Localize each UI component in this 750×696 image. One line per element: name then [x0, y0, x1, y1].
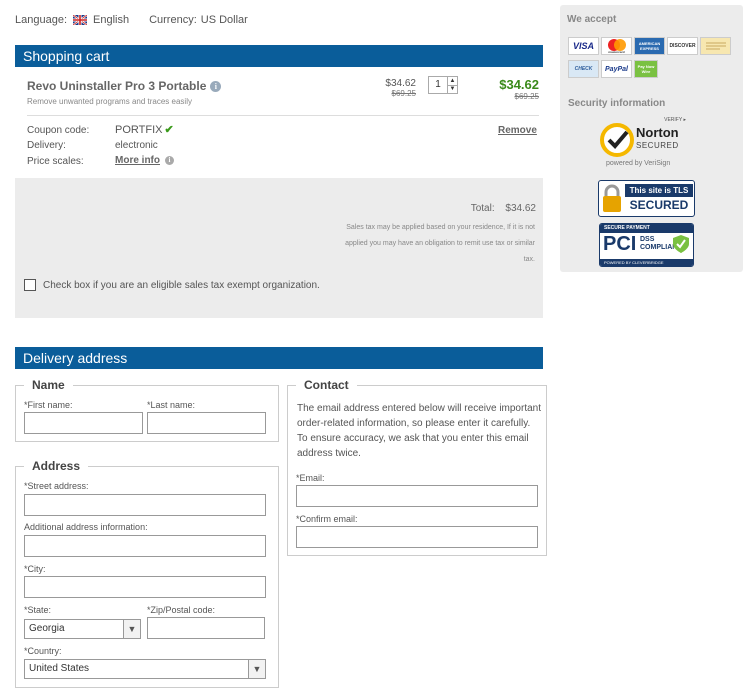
check-icon: CHECK [568, 60, 599, 78]
invoice-icon [700, 37, 731, 55]
chevron-up-icon[interactable]: ▲ [448, 77, 457, 86]
padlock-icon [603, 184, 621, 212]
contact-instructions: The email address entered below will rec… [297, 403, 542, 459]
language-value[interactable]: English [93, 14, 129, 26]
pci-compliant-badge[interactable]: SECURE PAYMENT PCI DSS COMPLIANT POWERED… [599, 223, 694, 267]
first-name-input[interactable] [24, 412, 143, 434]
quantity-stepper[interactable]: 1 ▲ ▼ [428, 76, 458, 94]
discover-icon: DISCOVER [667, 37, 698, 55]
mastercard-icon: mastercard [601, 37, 632, 55]
tax-exempt-label[interactable]: Check box if you are an eligible sales t… [43, 280, 320, 291]
contact-legend: Contact [296, 378, 357, 392]
product-name: Revo Uninstaller Pro 3 Portable [27, 79, 207, 93]
norton-secured-badge[interactable]: VERIFY ▸ Norton SECURED powered by VeriS… [598, 117, 694, 172]
sales-tax-note: Sales tax may be applied based on your r… [290, 220, 535, 268]
state-value: Georgia [29, 623, 65, 634]
locale-bar: Language: English Currency: US Dollar [15, 13, 248, 27]
zip-label: *Zip/Postal code: [147, 605, 216, 615]
price-scales-row: More info i [115, 155, 174, 166]
confirm-email-input[interactable] [296, 526, 538, 548]
currency-label: Currency: [149, 14, 197, 26]
product-description: Remove unwanted programs and traces easi… [27, 97, 192, 106]
quantity-spinner[interactable]: ▲ ▼ [448, 76, 458, 94]
tls-secured-badge[interactable]: This site is TLS SECURED [598, 180, 695, 217]
wire-transfer-icon: Pay Now Wire [634, 60, 658, 78]
address-legend: Address [24, 459, 89, 473]
line-price: $34.62 [499, 77, 539, 92]
street-address-input[interactable] [24, 494, 266, 516]
country-value: United States [29, 663, 90, 674]
confirm-email-label: *Confirm email: [296, 514, 358, 524]
more-info-link[interactable]: More info [115, 155, 160, 166]
unit-old-price: $69.25 [391, 89, 416, 98]
delivery-value: electronic [115, 140, 158, 151]
visa-icon: VISA [568, 37, 599, 55]
country-label: *Country: [24, 646, 62, 656]
tax-exempt-row[interactable]: Check box if you are an eligible sales t… [24, 279, 320, 291]
line-price-block: $34.62 $69.25 [480, 77, 539, 101]
coupon-value: PORTFIX [115, 123, 163, 136]
checkmark-icon: ✔ [164, 124, 174, 136]
paypal-icon: PayPal [601, 60, 632, 78]
product-title-row: Revo Uninstaller Pro 3 Portable i [27, 79, 222, 93]
quantity-input[interactable]: 1 [428, 76, 448, 94]
security-info-title: Security information [568, 98, 666, 109]
price-scales-label: Price scales: [27, 156, 84, 167]
sales-tax-line: Sales tax may be applied based on your r… [346, 224, 535, 231]
sales-tax-line: tax. [523, 256, 535, 263]
email-input[interactable] [296, 485, 538, 507]
street-address-label: *Street address: [24, 481, 89, 491]
remove-link[interactable]: Remove [498, 125, 537, 136]
first-name-label: *First name: [24, 400, 73, 410]
total-label: Total: [470, 203, 495, 214]
country-select[interactable]: United States ▼ [24, 659, 266, 679]
state-label: *State: [24, 605, 52, 615]
additional-address-label: Additional address information: [24, 522, 148, 532]
coupon-row: PORTFIX ✔ [115, 123, 174, 137]
city-input[interactable] [24, 576, 266, 598]
shield-check-icon [673, 235, 689, 253]
name-legend: Name [24, 378, 73, 392]
info-icon[interactable]: i [210, 80, 222, 92]
divider [27, 115, 539, 116]
chevron-down-icon[interactable]: ▼ [123, 620, 140, 638]
sales-tax-line: applied you may have an obligation to re… [345, 240, 535, 247]
line-old-price: $69.25 [514, 92, 539, 101]
amex-icon: AMERICAN EXPRESS [634, 37, 665, 55]
chevron-down-icon[interactable]: ▼ [248, 660, 265, 678]
uk-flag-icon[interactable] [73, 15, 87, 25]
coupon-label: Coupon code: [27, 125, 90, 136]
total-value: $34.62 [505, 203, 536, 214]
chevron-down-icon[interactable]: ▼ [448, 86, 457, 94]
email-label: *Email: [296, 473, 325, 483]
shopping-cart-header: Shopping cart [15, 45, 543, 67]
unit-price: $34.62 [385, 78, 416, 89]
delivery-label: Delivery: [27, 140, 66, 151]
last-name-label: *Last name: [147, 400, 196, 410]
norton-check-icon [600, 123, 634, 157]
currency-value[interactable]: US Dollar [201, 14, 248, 26]
zip-input[interactable] [147, 617, 265, 639]
last-name-input[interactable] [147, 412, 266, 434]
delivery-address-header: Delivery address [15, 347, 543, 369]
city-label: *City: [24, 564, 46, 574]
total-row: Total: $34.62 [300, 203, 536, 214]
state-select[interactable]: Georgia ▼ [24, 619, 141, 639]
info-icon[interactable]: i [165, 156, 174, 165]
tax-exempt-checkbox[interactable] [24, 279, 36, 291]
language-label: Language: [15, 14, 67, 26]
unit-price-block: $34.62 $69.25 [380, 78, 416, 98]
we-accept-title: We accept [567, 14, 617, 25]
additional-address-input[interactable] [24, 535, 266, 557]
